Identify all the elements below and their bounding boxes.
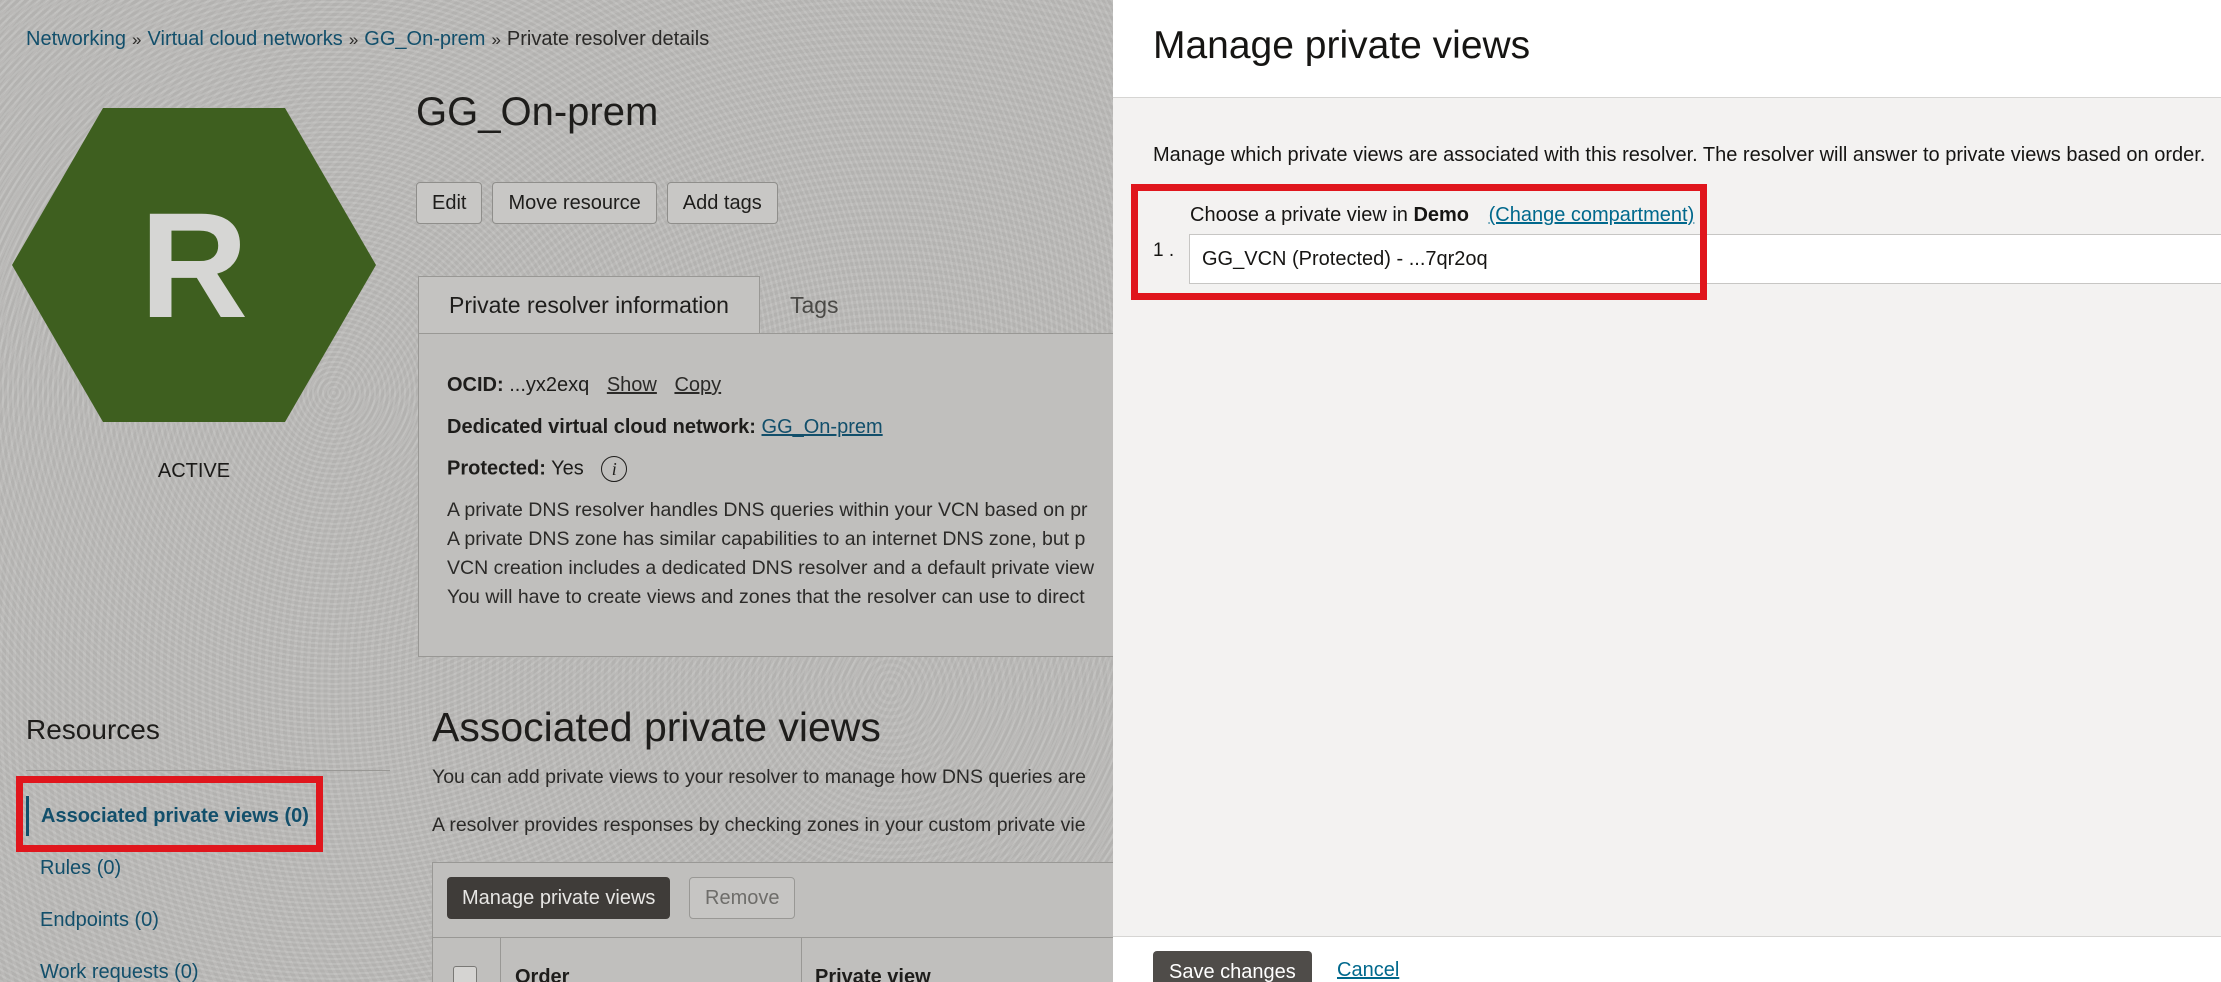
breadcrumb-separator: » xyxy=(348,30,359,49)
resolver-description: A private DNS resolver handles DNS queri… xyxy=(447,496,1094,612)
vcn-link[interactable]: GG_On-prem xyxy=(762,416,883,438)
protected-value: Yes xyxy=(551,457,584,480)
description-line: VCN creation includes a dedicated DNS re… xyxy=(447,557,1095,579)
column-header-private-view[interactable]: Private view xyxy=(815,966,931,982)
compartment-name: Demo xyxy=(1413,204,1470,226)
associated-views-table: Manage private views Remove Order Privat… xyxy=(432,862,1113,982)
ocid-label: OCID: xyxy=(447,374,504,396)
resource-link-endpoints[interactable]: Endpoints (0) xyxy=(40,909,159,932)
associated-views-desc: You can add private views to your resolv… xyxy=(432,766,1086,788)
breadcrumb: Networking » Virtual cloud networks » GG_On-… xyxy=(26,28,709,51)
vcn-row: Dedicated virtual cloud network: GG_On-p… xyxy=(447,416,883,439)
info-icon[interactable]: i xyxy=(601,456,628,482)
private-view-select[interactable]: GG_VCN (Protected) - ...7qr2oq xyxy=(1189,234,2221,284)
breadcrumb-vcn[interactable]: GG_On-prem xyxy=(364,28,485,50)
edit-button[interactable]: Edit xyxy=(416,182,483,224)
action-buttons: Edit Move resource Add tags xyxy=(416,182,778,224)
tab-private-resolver-information[interactable]: Private resolver information xyxy=(418,276,760,334)
description-line: A private DNS resolver handles DNS queri… xyxy=(447,499,1088,521)
view-row-number: 1 . xyxy=(1153,240,1175,261)
description-line: You will have to create views and zones … xyxy=(447,586,1085,608)
choose-view-label: Choose a private view in Demo (Change co… xyxy=(1190,204,1694,227)
vcn-label: Dedicated virtual cloud network: xyxy=(447,416,756,438)
resolver-details-page: Networking » Virtual cloud networks » GG_On-… xyxy=(0,0,1113,982)
breadcrumb-separator: » xyxy=(491,30,501,49)
breadcrumb-vcns[interactable]: Virtual cloud networks xyxy=(148,28,343,50)
change-compartment-link[interactable]: (Change compartment) xyxy=(1489,204,1695,226)
ocid-show-link[interactable]: Show xyxy=(607,374,657,396)
protected-label: Protected: xyxy=(447,457,546,480)
associated-views-desc: A resolver provides responses by checkin… xyxy=(432,814,1086,836)
select-all-cell xyxy=(433,938,501,982)
panel-footer: Save changes Cancel xyxy=(1113,936,2221,982)
manage-private-views-button[interactable]: Manage private views xyxy=(447,877,671,919)
select-all-checkbox[interactable] xyxy=(453,966,477,982)
column-divider xyxy=(801,938,802,982)
add-tags-button[interactable]: Add tags xyxy=(666,182,778,224)
associated-views-title: Associated private views xyxy=(432,704,881,750)
manage-private-views-panel: Manage private views Manage which privat… xyxy=(1113,0,2221,982)
table-header: Order Private view xyxy=(433,937,1113,982)
save-changes-button[interactable]: Save changes xyxy=(1153,951,1312,982)
ocid-copy-link[interactable]: Copy xyxy=(674,374,721,396)
panel-description: Manage which private views are associate… xyxy=(1153,144,2206,166)
panel-header: Manage private views xyxy=(1113,0,2221,98)
resource-link-work-requests[interactable]: Work requests (0) xyxy=(40,961,199,982)
panel-title: Manage private views xyxy=(1153,24,1531,67)
resources-divider xyxy=(26,770,390,771)
resource-icon-letter: R xyxy=(139,180,249,349)
breadcrumb-networking[interactable]: Networking xyxy=(26,28,126,50)
ocid-value: ...yx2exq xyxy=(509,374,590,396)
protected-row: Protected: Yes i xyxy=(447,456,628,482)
lifecycle-state: ACTIVE xyxy=(157,460,231,482)
resource-link-associated-private-views[interactable]: Associated private views (0) xyxy=(26,796,309,836)
description-line: A private DNS zone has similar capabilit… xyxy=(447,528,1086,550)
resource-link-rules[interactable]: Rules (0) xyxy=(40,857,121,880)
detail-tabs: Private resolver information Tags xyxy=(418,276,869,334)
resource-hexagon-icon: R xyxy=(12,108,376,422)
column-header-order[interactable]: Order xyxy=(515,966,569,982)
resolver-info-panel: OCID: ...yx2exq Show Copy Dedicated virt… xyxy=(418,333,1113,657)
resources-title: Resources xyxy=(26,714,160,745)
tab-tags[interactable]: Tags xyxy=(760,276,869,334)
remove-button: Remove xyxy=(689,877,796,919)
cancel-link[interactable]: Cancel xyxy=(1337,959,1399,982)
move-resource-button[interactable]: Move resource xyxy=(492,182,657,224)
choose-view-prefix: Choose a private view in xyxy=(1190,204,1408,226)
breadcrumb-current: Private resolver details xyxy=(506,28,710,50)
ocid-row: OCID: ...yx2exq Show Copy xyxy=(447,374,721,397)
page-title: GG_On-prem xyxy=(416,90,659,134)
breadcrumb-separator: » xyxy=(132,30,142,49)
